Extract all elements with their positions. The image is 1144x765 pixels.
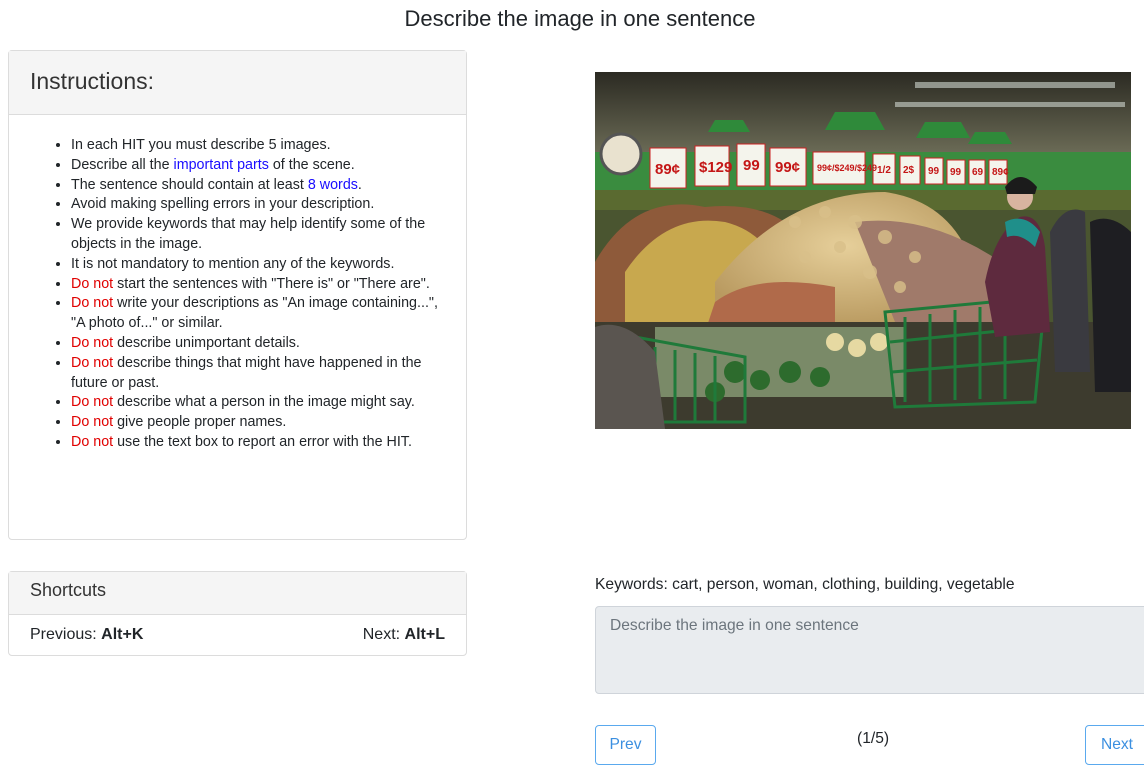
price-sign-text: 99¢ bbox=[775, 159, 800, 176]
instruction-item: Do not give people proper names. bbox=[71, 413, 446, 433]
image-counter: (1/5) bbox=[857, 730, 890, 747]
instruction-item: In each HIT you must describe 5 images. bbox=[71, 136, 446, 156]
keywords-label: Keywords: bbox=[595, 576, 673, 593]
shortcut-next-label: Next: bbox=[362, 626, 405, 643]
price-sign-text: $129 bbox=[699, 159, 732, 176]
instruction-text: Describe all the bbox=[71, 156, 174, 173]
shortcut-previous-key: Alt+K bbox=[101, 626, 144, 643]
prev-button[interactable]: Prev bbox=[595, 725, 656, 765]
instruction-warning: Do not bbox=[71, 354, 114, 371]
instructions-list: In each HIT you must describe 5 images. D… bbox=[9, 115, 466, 453]
instruction-item: We provide keywords that may help identi… bbox=[71, 215, 446, 255]
price-sign-text: 1/2 bbox=[877, 165, 891, 176]
price-sign-text: 99¢/$249/$249 bbox=[817, 163, 877, 173]
grocery-produce-scene: 89¢ $129 99 99¢ 99¢/$249/$249 1/2 2$ 99 99 69 89¢ bbox=[595, 72, 1131, 429]
instruction-item: Describe all the important parts of the … bbox=[71, 156, 446, 176]
shortcut-next: Next: Alt+L bbox=[363, 615, 445, 655]
instruction-text: . bbox=[357, 176, 362, 193]
instructions-heading: Instructions: bbox=[9, 51, 466, 115]
instruction-item: The sentence should contain at least 8 w… bbox=[71, 176, 446, 196]
instruction-text: describe things that might have happened… bbox=[71, 354, 422, 391]
instruction-text: We provide keywords that may help identi… bbox=[71, 216, 426, 252]
instruction-text: start the sentences with "There is" or "… bbox=[113, 275, 430, 292]
instruction-emphasis: 8 words bbox=[307, 176, 358, 193]
instruction-text: describe unimportant details. bbox=[113, 334, 300, 351]
instruction-item: Do not write your descriptions as "An im… bbox=[71, 294, 446, 334]
price-sign-text: 89¢ bbox=[655, 161, 680, 178]
instruction-text: give people proper names. bbox=[113, 414, 287, 431]
instruction-warning: Do not bbox=[71, 394, 114, 411]
instruction-text: use the text box to report an error with… bbox=[113, 433, 412, 450]
instruction-item: Do not describe what a person in the ima… bbox=[71, 393, 446, 413]
instruction-text: In each HIT you must describe 5 images. bbox=[71, 137, 331, 153]
keywords: Keywords: cart, person, woman, clothing,… bbox=[595, 575, 1015, 595]
price-sign-text: 99 bbox=[950, 167, 962, 178]
instruction-item: Do not describe things that might have h… bbox=[71, 354, 446, 394]
instruction-item: Do not start the sentences with "There i… bbox=[71, 275, 446, 295]
page-title: Describe the image in one sentence bbox=[404, 6, 756, 31]
instruction-warning: Do not bbox=[71, 414, 114, 431]
price-sign-text: 89¢ bbox=[992, 167, 1009, 178]
instruction-emphasis: important parts bbox=[173, 156, 269, 173]
description-input[interactable] bbox=[595, 606, 1144, 694]
instruction-warning: Do not bbox=[71, 295, 114, 312]
instruction-text: of the scene. bbox=[268, 156, 355, 173]
instruction-text: Avoid making spelling errors in your des… bbox=[71, 196, 375, 213]
instruction-warning: Do not bbox=[71, 433, 114, 450]
keywords-list: cart, person, woman, clothing, building,… bbox=[672, 576, 1015, 593]
shortcuts-heading: Shortcuts bbox=[9, 572, 466, 615]
price-sign-text: 99 bbox=[928, 166, 940, 177]
instruction-item: It is not mandatory to mention any of th… bbox=[71, 255, 446, 275]
instruction-item: Do not use the text box to report an err… bbox=[71, 433, 446, 453]
task-image: 89¢ $129 99 99¢ 99¢/$249/$249 1/2 2$ 99 99 69 89¢ bbox=[595, 72, 1131, 429]
instruction-text: describe what a person in the image migh… bbox=[113, 394, 415, 411]
price-sign-text: 99 bbox=[743, 157, 760, 174]
price-sign-text: 2$ bbox=[903, 165, 915, 176]
instruction-text: It is not mandatory to mention any of th… bbox=[71, 255, 395, 272]
shortcut-previous: Previous: Alt+K bbox=[30, 615, 143, 655]
shortcuts-card: Shortcuts Previous: Alt+K Next: Alt+L bbox=[8, 571, 467, 656]
instruction-warning: Do not bbox=[71, 334, 114, 351]
instruction-text: write your descriptions as "An image con… bbox=[71, 295, 438, 332]
shortcut-previous-label: Previous: bbox=[30, 626, 102, 643]
instructions-card: Instructions: In each HIT you must descr… bbox=[8, 50, 467, 540]
price-sign-text: 69 bbox=[972, 167, 984, 178]
instruction-text: The sentence should contain at least bbox=[71, 176, 308, 193]
shortcut-next-key: Alt+L bbox=[404, 626, 445, 643]
instruction-item: Do not describe unimportant details. bbox=[71, 334, 446, 354]
next-button[interactable]: Next bbox=[1085, 725, 1144, 765]
instruction-warning: Do not bbox=[71, 275, 114, 292]
instruction-item: Avoid making spelling errors in your des… bbox=[71, 195, 446, 215]
